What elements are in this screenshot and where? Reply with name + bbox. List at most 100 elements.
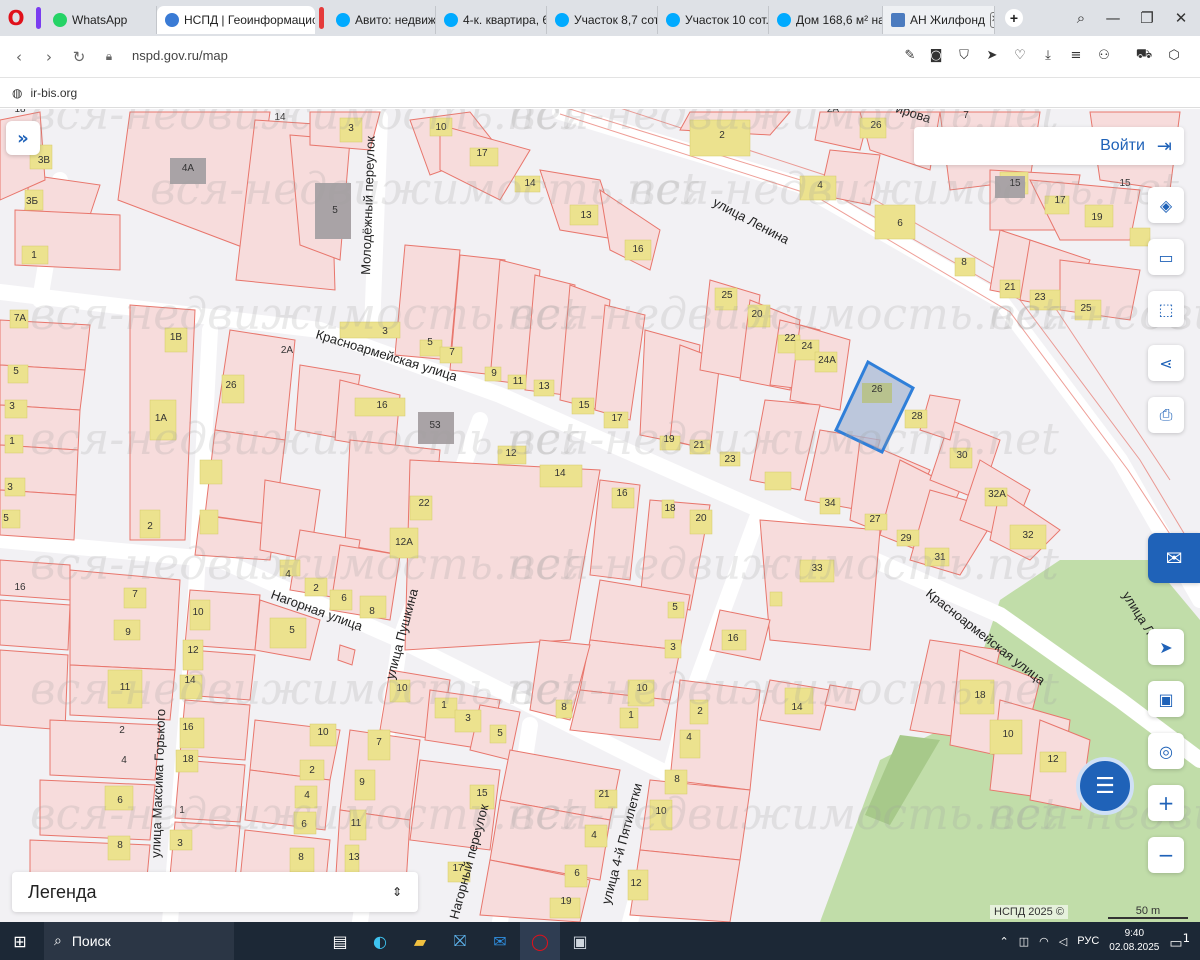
zoom-out-button[interactable]: −: [1148, 837, 1184, 873]
chat-icon[interactable]: ☰: [1076, 757, 1134, 815]
ruler-icon[interactable]: ▭: [1148, 239, 1184, 275]
lot-number: 7: [376, 737, 382, 748]
lot-number: 10: [1002, 729, 1014, 740]
app-window-icon[interactable]: ▣: [560, 922, 600, 960]
lot-number: 12A: [395, 537, 413, 548]
lot-number: 5: [289, 625, 295, 636]
new-tab-button[interactable]: +: [1005, 9, 1023, 27]
lot-number: 6: [117, 795, 123, 806]
wifi-icon[interactable]: ◠: [1039, 935, 1049, 948]
folder-icon[interactable]: ▰: [400, 922, 440, 960]
edge-icon[interactable]: ◐: [360, 922, 400, 960]
store-icon[interactable]: ⛝: [440, 922, 480, 960]
lot-number: 2: [697, 706, 703, 717]
close-tab-icon[interactable]: ✕: [989, 12, 994, 28]
bookmark-irbis[interactable]: ir-bis.org: [30, 86, 77, 100]
task-view-icon[interactable]: ▤: [320, 922, 360, 960]
windows-start-icon[interactable]: ⊞: [0, 922, 40, 960]
geolocation-icon[interactable]: ➤: [1148, 629, 1184, 665]
lot-number: 18: [182, 754, 194, 765]
lot-number: 14: [524, 178, 536, 189]
lot-number: 30: [956, 450, 968, 461]
search-tabs-icon[interactable]: ⌕: [1064, 0, 1098, 36]
extension-icon[interactable]: ⬡: [1164, 45, 1184, 65]
reload-icon[interactable]: ↻: [64, 42, 94, 72]
lot-number: 12: [1047, 754, 1059, 765]
camera-icon[interactable]: ◙: [926, 45, 946, 65]
opera-taskbar-icon[interactable]: ◯: [520, 922, 560, 960]
minimap-icon[interactable]: ▣: [1148, 681, 1184, 717]
tab-zhilfond[interactable]: АН Жилфонд ✕: [883, 6, 995, 34]
lot-number: 4: [686, 732, 692, 743]
lot-number: 27: [869, 514, 881, 525]
url-field[interactable]: nspd.gov.ru/map: [132, 48, 228, 63]
lot-number: 2A: [827, 109, 840, 115]
legend-panel[interactable]: Легенда ⇕: [12, 872, 418, 912]
lot-number: 22: [784, 333, 796, 344]
download-icon[interactable]: ⤓: [1038, 45, 1058, 65]
minimize-icon[interactable]: —: [1096, 0, 1130, 36]
forward-icon[interactable]: ›: [34, 42, 64, 72]
zoom-in-button[interactable]: +: [1148, 785, 1184, 821]
notification-icon[interactable]: ▭1: [1169, 931, 1190, 952]
location-pin-icon[interactable]: ◎: [1148, 733, 1184, 769]
lot-number: 1: [31, 250, 37, 261]
feedback-icon[interactable]: ✉: [1148, 533, 1200, 583]
share-icon[interactable]: ⋖: [1148, 345, 1184, 381]
language-indicator[interactable]: РУС: [1077, 935, 1099, 947]
lot-number: 16: [182, 722, 194, 733]
tab-nspd[interactable]: НСПД | Геоинформацион: [157, 6, 315, 34]
login-label: Войти: [1100, 137, 1145, 154]
expand-icon[interactable]: ⇕: [392, 885, 402, 899]
clock[interactable]: 9:40 02.08.2025: [1109, 927, 1159, 955]
layers-icon[interactable]: ◈: [1148, 187, 1184, 223]
lot-number: 32A: [988, 489, 1006, 500]
login-button[interactable]: Войти ⇥: [914, 127, 1184, 165]
opera-logo-icon[interactable]: O: [0, 0, 32, 36]
lot-number: 3: [465, 713, 471, 724]
tab-group-indicator: [319, 7, 324, 29]
lot-number: 4: [121, 755, 127, 766]
lot-number: 1: [179, 805, 185, 816]
tab-apartment[interactable]: 4-к. квартира, 6: [436, 6, 547, 34]
send-icon[interactable]: ➤: [982, 45, 1002, 65]
tab-plot-87[interactable]: Участок 8,7 сот.: [547, 6, 658, 34]
lot-number: 1: [9, 436, 15, 447]
street-label: улица Ленина: [711, 194, 793, 247]
bookmark-bar: ◍ ir-bis.org: [0, 78, 1200, 108]
outlook-icon[interactable]: ✉: [480, 922, 520, 960]
tray-chevron-icon[interactable]: ⌃: [1000, 935, 1009, 948]
lot-number: 10: [317, 727, 329, 738]
close-window-icon[interactable]: ✕: [1164, 0, 1198, 36]
lot-number: 4: [817, 180, 823, 191]
lot-number: 28: [911, 411, 923, 422]
expand-panel-button[interactable]: »: [6, 121, 40, 155]
tab-plot-10[interactable]: Участок 10 сот.: [658, 6, 769, 34]
area-select-icon[interactable]: ⬚: [1148, 291, 1184, 327]
lot-number: 26: [870, 120, 882, 131]
print-icon[interactable]: ⎙: [1148, 397, 1184, 433]
shield-icon[interactable]: ⛉: [954, 45, 974, 65]
taskbar-search[interactable]: ⌕ Поиск: [44, 922, 234, 960]
lot-number: 23: [1034, 292, 1046, 303]
tab-avito[interactable]: Авито: недвижи: [328, 6, 436, 34]
lot-number: 10: [636, 683, 648, 694]
lot-number: 2: [147, 521, 153, 532]
lot-number: 20: [695, 513, 707, 524]
lot-number: 3: [9, 401, 15, 412]
camera-tray-icon[interactable]: ◫: [1019, 935, 1029, 948]
restore-icon[interactable]: ❐: [1130, 0, 1164, 36]
tab-whatsapp[interactable]: WhatsApp: [45, 6, 157, 34]
tab-label: Дом 168,6 м² на: [796, 13, 883, 27]
map-canvas[interactable]: улица Ленина Красноармейская улица Молод…: [0, 109, 1200, 922]
heart-icon[interactable]: ♡: [1010, 45, 1030, 65]
tab-house[interactable]: Дом 168,6 м² на: [769, 6, 883, 34]
back-icon[interactable]: ‹: [4, 42, 34, 72]
lot-number: 15: [578, 400, 590, 411]
edit-icon[interactable]: ✎: [900, 45, 920, 65]
lot-number: 3: [670, 642, 676, 653]
volume-icon[interactable]: ◁: [1059, 935, 1067, 948]
profile-icon[interactable]: ⚇: [1094, 45, 1114, 65]
menu-icon[interactable]: ≡: [1066, 45, 1086, 65]
cart-icon[interactable]: ⛟: [1134, 45, 1154, 65]
